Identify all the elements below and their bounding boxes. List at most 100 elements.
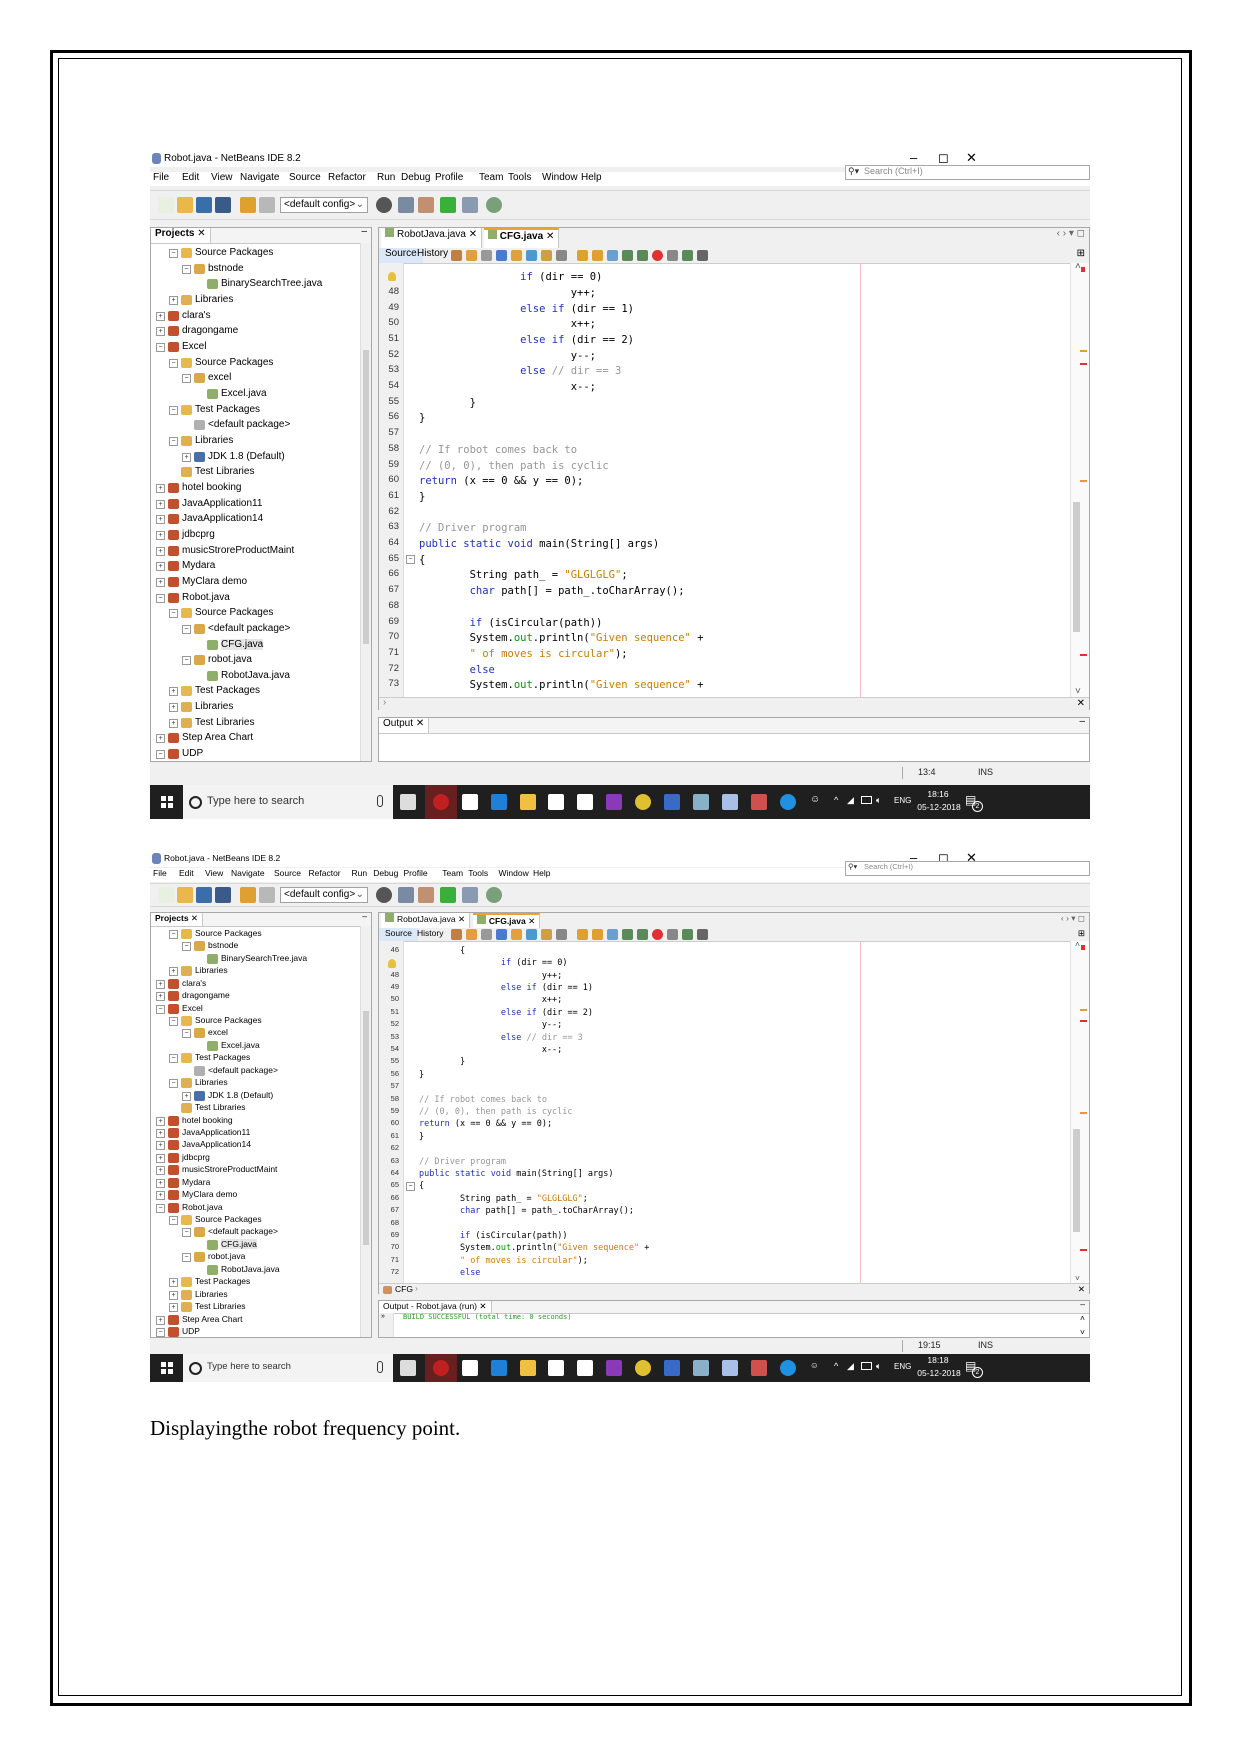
netbeans-icon[interactable] [722, 794, 738, 810]
notepad-icon[interactable] [693, 1360, 709, 1376]
netbeans-icon[interactable] [722, 1360, 738, 1376]
tree-item[interactable]: + MyClara demo [151, 1189, 331, 1201]
tab-nav-icons[interactable]: ‹ › ▾ ◻ [1061, 913, 1085, 924]
menu-debug[interactable]: Debug [401, 172, 430, 183]
breadcrumb[interactable]: CFG [395, 1284, 413, 1294]
expand-icon[interactable]: + [156, 562, 165, 572]
menu-window[interactable]: Window [542, 172, 578, 183]
scroll-thumb[interactable] [363, 1011, 369, 1246]
expand-icon[interactable]: + [156, 483, 165, 493]
split-icon[interactable]: ⊞ [1077, 248, 1085, 259]
projects-scrollbar[interactable] [360, 243, 371, 761]
tab-output[interactable]: Output - Robot.java (run) ✕ [379, 1301, 492, 1313]
tree-item[interactable]: − Test Packages [151, 1052, 331, 1064]
word-icon[interactable] [664, 794, 680, 810]
expand-icon[interactable]: + [156, 577, 165, 587]
editor-tool-icon[interactable] [637, 929, 648, 940]
save-all-icon[interactable] [215, 197, 231, 213]
code-line[interactable]: // Driver program [419, 1156, 506, 1168]
dropbox-icon[interactable] [577, 794, 593, 810]
editor-tool-icon[interactable] [556, 929, 567, 940]
file-explorer-icon[interactable] [520, 1360, 536, 1376]
code-line[interactable]: } [419, 396, 476, 412]
scroll-down-icon[interactable]: ˅ [1075, 1273, 1080, 1283]
help-icon[interactable] [780, 1360, 796, 1376]
tree-item[interactable]: + dragongame [151, 325, 331, 338]
editor-tool-icon[interactable] [511, 250, 522, 261]
code-line[interactable]: public static void main(String[] args) [419, 1168, 614, 1180]
paint-icon[interactable] [751, 1360, 767, 1376]
tree-item[interactable]: − bstnode [151, 940, 331, 952]
tree-item[interactable]: + Test Libraries [151, 1301, 331, 1313]
store-icon[interactable] [548, 1360, 564, 1376]
browser-icon[interactable] [376, 887, 392, 903]
collapse-icon[interactable]: − [182, 1253, 191, 1263]
scroll-thumb[interactable] [363, 350, 369, 645]
code-line[interactable]: // (0, 0), then path is cyclic [419, 459, 609, 475]
editor-scroll-thumb[interactable] [1073, 1129, 1080, 1232]
menu-team[interactable]: Team [442, 868, 463, 878]
taskbar-search-input[interactable]: Type here to search [183, 785, 393, 819]
code-line[interactable]: } [419, 411, 425, 427]
tree-item[interactable]: + JavaApplication14 [151, 513, 331, 526]
build-icon[interactable] [398, 197, 414, 213]
editor-tool-icon[interactable] [637, 250, 648, 261]
tree-item[interactable]: − Source Packages [151, 607, 331, 620]
close-icon[interactable]: ✕ [458, 914, 465, 924]
code-line[interactable]: String path_ = "GLGLGLG"; [419, 568, 628, 584]
code-line[interactable]: x--; [419, 380, 596, 396]
windows-start-icon[interactable] [161, 796, 173, 808]
tree-item[interactable]: − Source Packages [151, 1015, 331, 1027]
code-line[interactable]: else if (dir == 1) [419, 982, 593, 994]
tree-item[interactable]: − <default package> [151, 623, 331, 636]
clock-time[interactable]: 18:18 [918, 1355, 958, 1365]
collapse-icon[interactable]: − [169, 1054, 178, 1064]
menu-source[interactable]: Source [289, 172, 321, 183]
code-line[interactable]: else if (dir == 2) [419, 333, 634, 349]
code-line[interactable]: return (x == 0 && y == 0); [419, 474, 583, 490]
tree-item[interactable]: + dragongame [151, 990, 331, 1002]
code-line[interactable]: y++; [419, 970, 562, 982]
code-line[interactable]: else if (dir == 1) [419, 302, 634, 318]
redo-icon[interactable] [259, 197, 275, 213]
collapse-icon[interactable]: − [182, 656, 191, 666]
new-project-icon[interactable] [177, 887, 193, 903]
close-button[interactable]: ✕ [966, 151, 977, 166]
minimize-pane-icon[interactable]: – [361, 226, 367, 237]
taskbar-search-input[interactable]: Type here to search [183, 1354, 393, 1382]
close-icon[interactable]: ✕ [197, 228, 205, 239]
expand-icon[interactable]: + [182, 1091, 191, 1101]
redo-icon[interactable] [259, 887, 275, 903]
people-icon[interactable]: ☺ [810, 1360, 819, 1370]
fold-icon[interactable]: − [406, 1182, 415, 1192]
expand-icon[interactable]: + [169, 967, 178, 977]
open-project-icon[interactable] [196, 197, 212, 213]
show-hidden-icons[interactable]: ^ [834, 1361, 838, 1371]
editor-tool-icon[interactable] [667, 250, 678, 261]
volume-icon[interactable]: 🔈︎ [876, 1361, 881, 1372]
code-line[interactable]: { [419, 945, 465, 957]
mail-icon[interactable] [462, 1360, 478, 1376]
code-line[interactable]: } [419, 1131, 424, 1143]
undo-icon[interactable] [240, 887, 256, 903]
collapse-icon[interactable]: − [156, 750, 165, 760]
collapse-icon[interactable]: − [156, 1327, 165, 1337]
expand-icon[interactable]: + [156, 734, 165, 744]
wifi-icon[interactable]: ◢ [847, 795, 854, 806]
tree-item[interactable]: − UDP [151, 748, 331, 761]
new-file-icon[interactable] [158, 887, 174, 903]
new-file-icon[interactable] [158, 197, 174, 213]
clock-date[interactable]: 05-12-2018 [914, 1368, 964, 1378]
menu-team[interactable]: Team [479, 172, 503, 183]
tree-item[interactable]: CFG.java [151, 638, 331, 652]
close-icon[interactable]: ✕ [479, 1301, 486, 1311]
tree-item[interactable]: + JavaApplication11 [151, 498, 331, 511]
tree-item[interactable]: + clara's [151, 310, 331, 323]
menu-refactor[interactable]: Refactor [309, 868, 341, 878]
collapse-icon[interactable]: − [169, 1216, 178, 1226]
expand-icon[interactable]: + [156, 992, 165, 1002]
tab-nav-icons[interactable]: ‹ › ▾ ◻ [1057, 228, 1085, 239]
editor-tab[interactable]: RobotJava.java ✕ [381, 228, 483, 248]
expand-icon[interactable]: + [156, 979, 165, 989]
collapse-icon[interactable]: − [169, 929, 178, 939]
